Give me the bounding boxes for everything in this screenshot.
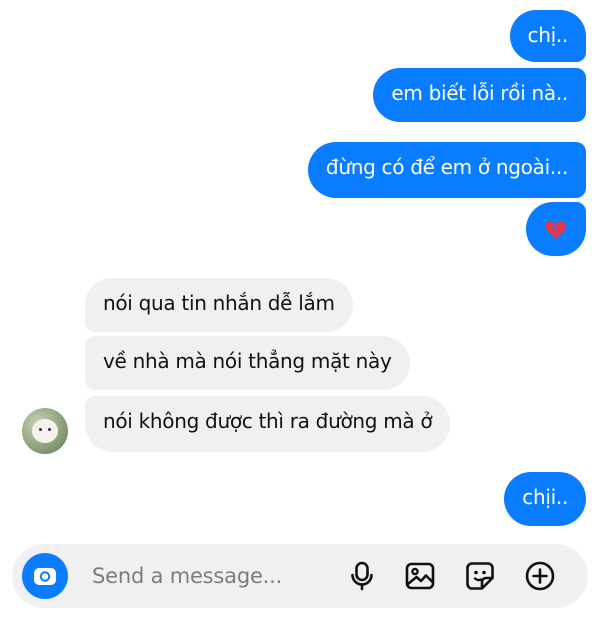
message-thread: chị.. em biết lỗi rồi nà.. đừng có để em…	[0, 0, 600, 540]
message-input[interactable]: Send a message...	[92, 564, 282, 588]
incoming-message[interactable]: nói qua tin nhắn dễ lắm	[85, 278, 353, 332]
sticker-button[interactable]	[464, 560, 496, 592]
incoming-message[interactable]: nói không được thì ra đường mà ở	[85, 396, 451, 452]
message-composer: Send a message...	[12, 544, 588, 608]
outgoing-emoji-message[interactable]	[526, 202, 586, 256]
more-options-button[interactable]	[524, 560, 556, 592]
outgoing-message[interactable]: chị..	[509, 10, 586, 62]
microphone-icon	[351, 561, 373, 591]
outgoing-message[interactable]: đừng có để em ở ngoài...	[307, 142, 586, 198]
camera-button[interactable]	[22, 553, 68, 599]
camera-icon	[34, 568, 56, 585]
outgoing-message[interactable]: em biết lỗi rồi nà..	[373, 68, 586, 122]
incoming-message[interactable]: về nhà mà nói thẳng mặt này	[85, 336, 410, 390]
broken-heart-icon	[545, 221, 567, 239]
image-icon	[405, 562, 435, 590]
avatar-face	[32, 419, 58, 443]
plus-circle-icon	[525, 561, 555, 591]
mic-button[interactable]	[346, 560, 378, 592]
avatar[interactable]	[22, 408, 68, 454]
gallery-button[interactable]	[404, 560, 436, 592]
outgoing-message[interactable]: chịi..	[504, 472, 586, 526]
sticker-icon	[466, 562, 494, 590]
